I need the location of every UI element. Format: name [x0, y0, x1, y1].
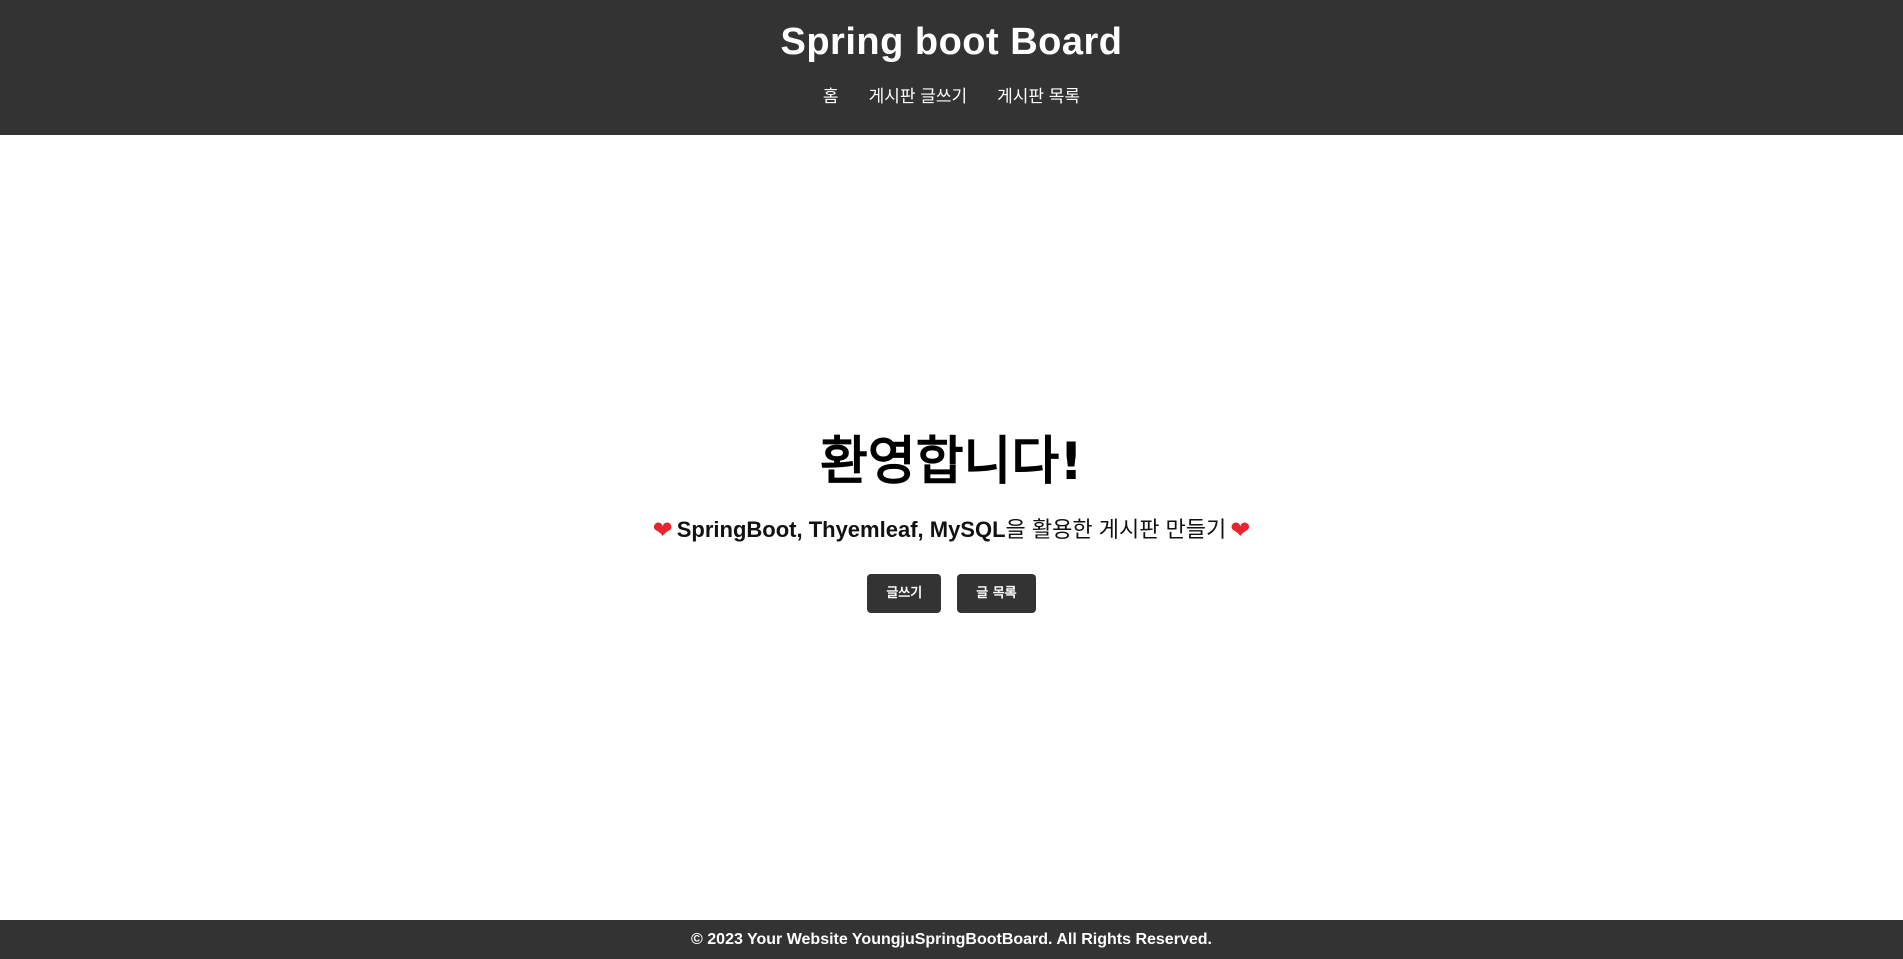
nav-write-link[interactable]: 게시판 글쓰기: [869, 86, 968, 108]
footer-copyright: © 2023 Your Website YoungjuSpringBootBoa…: [691, 931, 1212, 948]
heart-icon: ❤: [1230, 516, 1251, 544]
nav-home-link[interactable]: 홈: [823, 86, 839, 108]
action-buttons: 글쓰기 글 목록: [867, 574, 1036, 613]
main-content: 환영합니다! ❤ SpringBoot, Thyemleaf, MySQL을 활…: [0, 135, 1903, 920]
subtitle-tech-stack: SpringBoot, Thyemleaf, MySQL: [676, 517, 1006, 542]
site-header: Spring boot Board 홈 게시판 글쓰기 게시판 목록: [0, 0, 1903, 135]
subtitle-description: 을 활용한 게시판 만들기: [1005, 517, 1227, 542]
site-footer: © 2023 Your Website YoungjuSpringBootBoa…: [0, 920, 1903, 959]
page: Spring boot Board 홈 게시판 글쓰기 게시판 목록 환영합니다…: [0, 0, 1903, 959]
heart-icon: ❤: [652, 516, 673, 544]
nav-list-link[interactable]: 게시판 목록: [997, 86, 1080, 108]
write-button[interactable]: 글쓰기: [867, 574, 942, 613]
main-nav: 홈 게시판 글쓰기 게시판 목록: [0, 86, 1903, 108]
list-button[interactable]: 글 목록: [957, 574, 1036, 613]
welcome-heading: 환영합니다!: [820, 432, 1083, 492]
site-title: Spring boot Board: [780, 21, 1123, 63]
subtitle: ❤ SpringBoot, Thyemleaf, MySQL을 활용한 게시판 …: [653, 516, 1251, 544]
